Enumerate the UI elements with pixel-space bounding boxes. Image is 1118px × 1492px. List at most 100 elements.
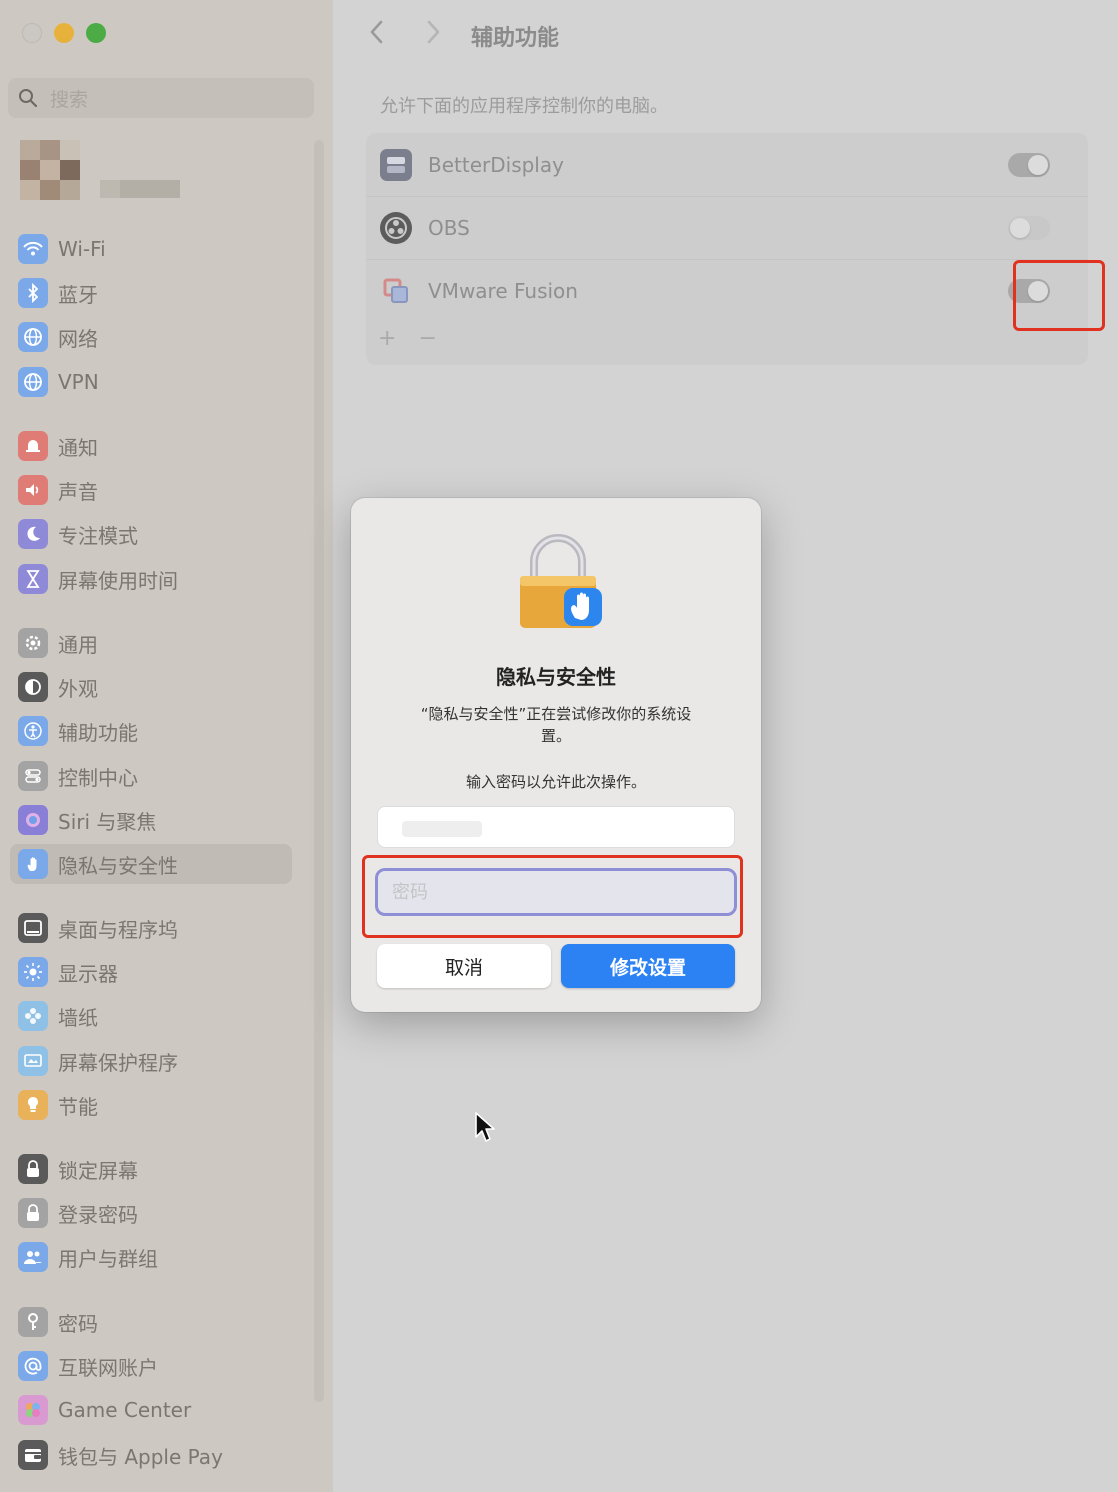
sidebar-item[interactable]: 外观 xyxy=(10,667,292,707)
sidebar-item[interactable]: 辅助功能 xyxy=(10,711,292,751)
sidebar-item-label: 登录密码 xyxy=(58,1202,138,1227)
page-title: 辅助功能 xyxy=(471,26,560,51)
speaker-icon xyxy=(18,475,48,505)
screensaver-icon xyxy=(18,1046,48,1076)
sidebar-item-label: 桌面与程序坞 xyxy=(58,917,178,942)
sidebar-item[interactable]: 钱包与 Apple Pay xyxy=(10,1435,292,1475)
privacy-hand-icon xyxy=(18,849,48,879)
toggle-knob xyxy=(1028,154,1048,175)
sidebar-item[interactable]: 声音 xyxy=(10,470,292,510)
sidebar-item[interactable]: 显示器 xyxy=(10,952,292,992)
close-window-button[interactable] xyxy=(22,23,42,43)
sidebar-item-label: 锁定屏幕 xyxy=(58,1158,138,1183)
account-card[interactable] xyxy=(20,140,300,202)
app-list: BetterDisplay OBS VMware Fusion + − xyxy=(366,133,1088,365)
sidebar-item[interactable]: 网络 xyxy=(10,317,292,357)
sidebar-item[interactable]: 蓝牙 xyxy=(10,273,292,313)
sidebar-item-label: 蓝牙 xyxy=(58,282,98,307)
sidebar-item[interactable]: 通用 xyxy=(10,623,292,663)
dialog-prompt: 输入密码以允许此次操作。 xyxy=(465,773,646,791)
sidebar-item[interactable]: 节能 xyxy=(10,1085,292,1125)
key-icon xyxy=(18,1307,48,1337)
vpn-globe-icon xyxy=(18,367,48,397)
wallpaper-icon xyxy=(18,1001,48,1031)
add-app-button[interactable]: + xyxy=(378,326,396,351)
username-redacted xyxy=(402,821,482,837)
sidebar-item[interactable]: Siri 与聚焦 xyxy=(10,800,292,840)
betterdisplay-icon xyxy=(380,148,412,181)
sidebar-item-label: 屏幕使用时间 xyxy=(58,568,178,593)
sidebar-scrollbar[interactable] xyxy=(314,140,324,1402)
network-globe-icon xyxy=(18,322,48,352)
hourglass-icon xyxy=(18,564,48,594)
sidebar-item[interactable]: 密码 xyxy=(10,1302,292,1342)
appearance-icon xyxy=(18,672,48,702)
remove-app-button[interactable]: − xyxy=(418,326,436,351)
siri-icon xyxy=(18,805,48,835)
sidebar-item-label: 密码 xyxy=(58,1311,98,1336)
sidebar-item-label: 外观 xyxy=(58,676,98,701)
sidebar-item[interactable]: Game Center xyxy=(10,1390,292,1430)
sidebar-search-field[interactable]: 搜索 xyxy=(8,78,314,118)
forward-chevron-icon[interactable] xyxy=(423,18,443,46)
lock-screen-icon xyxy=(18,1154,48,1184)
window-controls xyxy=(22,23,106,43)
game-center-icon xyxy=(18,1395,48,1425)
page-description: 允许下面的应用程序控制你的电脑。 xyxy=(380,96,668,117)
toggle-knob xyxy=(1010,218,1030,238)
sidebar-item[interactable]: Wi-Fi xyxy=(10,229,292,269)
sidebar-item[interactable]: 墙纸 xyxy=(10,996,292,1036)
sidebar-item-label: 节能 xyxy=(58,1094,98,1119)
sidebar-item-label: 隐私与安全性 xyxy=(58,853,178,878)
mouse-pointer-icon xyxy=(475,1112,495,1142)
sidebar-item-label: 通用 xyxy=(58,632,98,657)
wallet-icon xyxy=(18,1440,48,1470)
sidebar-item[interactable]: 用户与群组 xyxy=(10,1237,292,1277)
sidebar-item[interactable]: 锁定屏幕 xyxy=(10,1149,292,1189)
cancel-button[interactable]: 取消 xyxy=(377,944,551,988)
list-footer: + − xyxy=(378,326,437,351)
sidebar-item[interactable]: VPN xyxy=(10,362,292,402)
sidebar-item-label: 钱包与 Apple Pay xyxy=(58,1444,223,1469)
sidebar-item-label: 辅助功能 xyxy=(58,720,138,745)
sidebar-item[interactable]: 隐私与安全性 xyxy=(10,844,292,884)
notification-bell-icon xyxy=(18,431,48,461)
zoom-window-button[interactable] xyxy=(86,23,106,43)
sidebar-item[interactable]: 通知 xyxy=(10,426,292,466)
password-highlight-annotation xyxy=(362,855,743,938)
sidebar-item[interactable]: 专注模式 xyxy=(10,514,292,554)
users-icon xyxy=(18,1242,48,1272)
betterdisplay-toggle[interactable] xyxy=(1008,152,1050,177)
sidebar-item[interactable]: 桌面与程序坞 xyxy=(10,908,292,948)
app-row-betterdisplay: BetterDisplay xyxy=(366,133,1088,196)
minimize-window-button[interactable] xyxy=(54,23,74,43)
sidebar-item[interactable]: 控制中心 xyxy=(10,756,292,796)
username-field[interactable] xyxy=(377,806,735,848)
obs-icon xyxy=(380,212,412,244)
sidebar-item-label: 通知 xyxy=(58,435,98,460)
dialog-message: “隐私与安全性”正在尝试修改你的系统设置。 xyxy=(420,705,692,745)
padlock-hand-icon xyxy=(520,534,602,628)
dock-icon xyxy=(18,913,48,943)
toggle-highlight-annotation xyxy=(1013,260,1105,331)
gear-icon xyxy=(18,628,48,658)
display-brightness-icon xyxy=(18,957,48,987)
sidebar-item-label: 专注模式 xyxy=(58,523,138,548)
back-chevron-icon[interactable] xyxy=(367,18,387,46)
sidebar-item-label: Wi-Fi xyxy=(58,237,106,261)
sidebar-item[interactable]: 互联网账户 xyxy=(10,1346,292,1386)
obs-toggle[interactable] xyxy=(1008,216,1050,240)
sidebar-item-label: 显示器 xyxy=(58,961,118,986)
control-center-icon xyxy=(18,761,48,791)
at-sign-icon xyxy=(18,1351,48,1381)
sidebar-item[interactable]: 屏幕使用时间 xyxy=(10,559,292,599)
sidebar-item-label: VPN xyxy=(58,370,99,394)
sidebar-item[interactable]: 登录密码 xyxy=(10,1193,292,1233)
sidebar-item-label: 屏幕保护程序 xyxy=(58,1050,178,1075)
modify-settings-button[interactable]: 修改设置 xyxy=(561,944,735,988)
sidebar-item[interactable]: 屏幕保护程序 xyxy=(10,1041,292,1081)
sidebar-item-label: 控制中心 xyxy=(58,765,138,790)
app-name: OBS xyxy=(428,216,470,240)
app-name: BetterDisplay xyxy=(428,152,564,177)
accessibility-icon xyxy=(18,716,48,746)
